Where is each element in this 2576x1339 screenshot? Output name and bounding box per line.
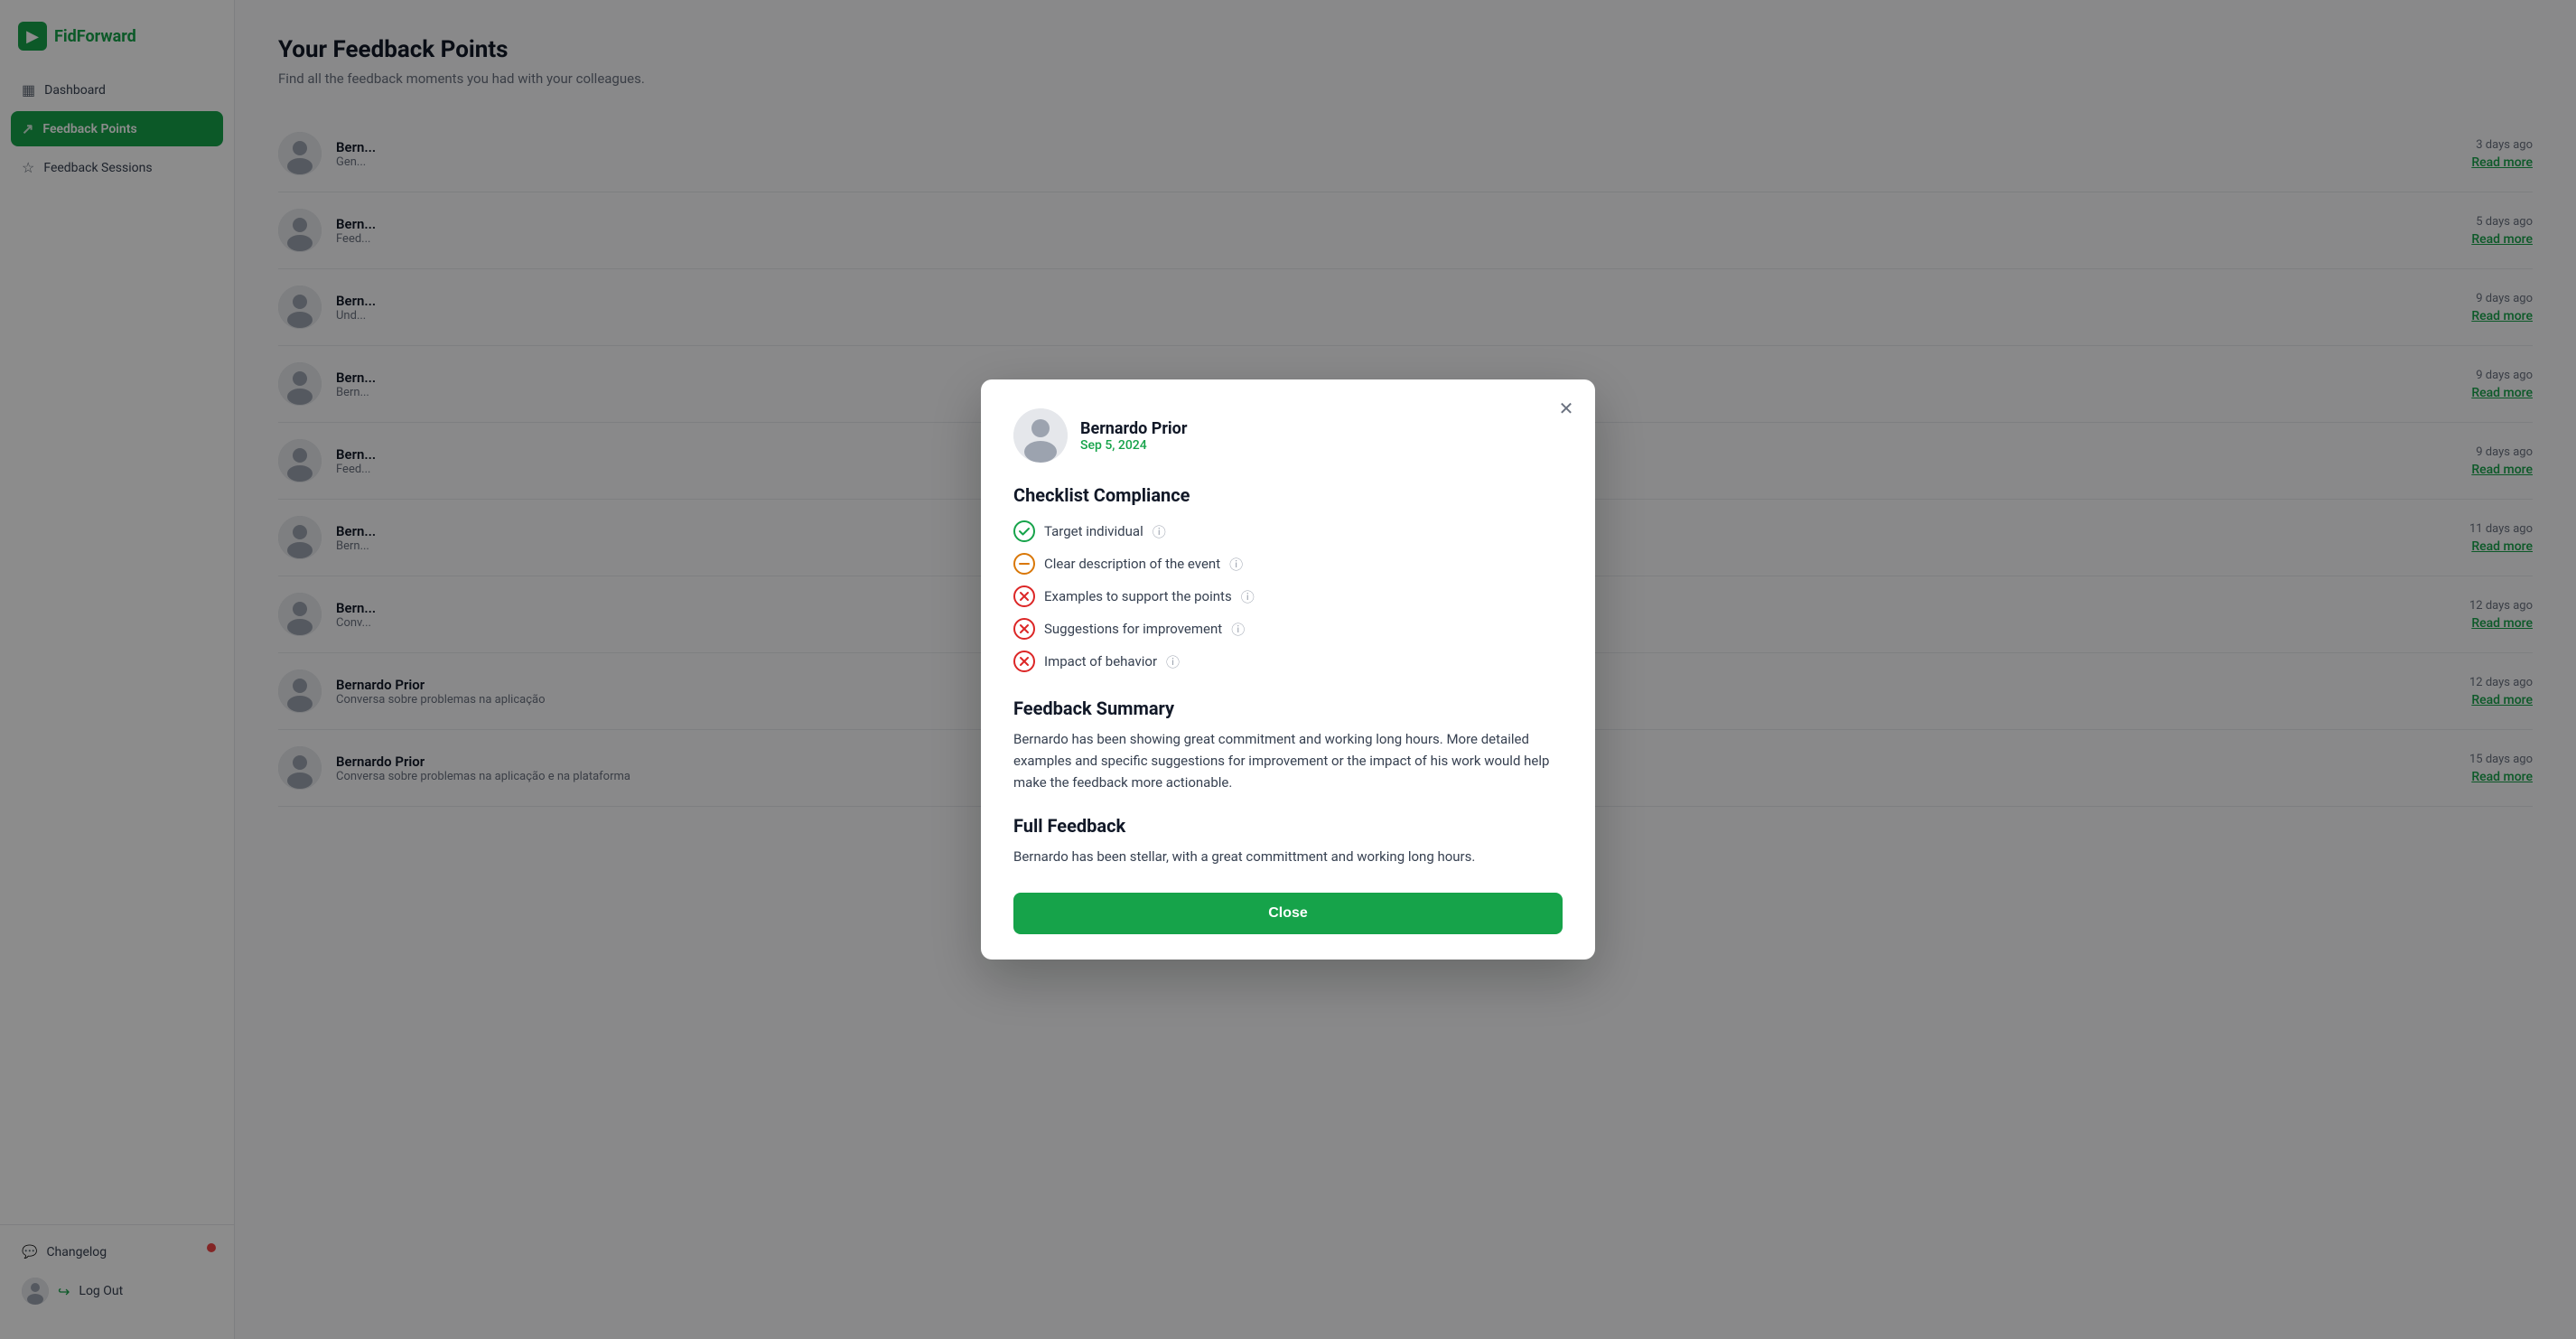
full-feedback-title: Full Feedback [1013, 815, 1563, 837]
feedback-summary-title: Feedback Summary [1013, 698, 1563, 719]
modal-user-info: Bernardo Prior Sep 5, 2024 [1080, 419, 1187, 453]
info-icon[interactable]: ⓘ [1241, 587, 1255, 606]
modal-overlay[interactable]: ✕ Bernardo Prior Sep 5, 2024 Checklist C… [0, 0, 2576, 1339]
checklist-item: Impact of behavior ⓘ [1013, 651, 1563, 672]
close-icon: ✕ [1559, 398, 1574, 420]
checklist-title: Checklist Compliance [1013, 484, 1563, 506]
modal-close-button[interactable]: ✕ [1552, 394, 1581, 423]
checklist-item: Target individual ⓘ [1013, 520, 1563, 542]
checklist-item-label: Clear description of the event [1044, 556, 1220, 572]
checklist-item: Examples to support the points ⓘ [1013, 585, 1563, 607]
checklist-item-label: Suggestions for improvement [1044, 621, 1222, 637]
checklist-status-icon [1013, 618, 1035, 640]
checklist-item: Suggestions for improvement ⓘ [1013, 618, 1563, 640]
checklist-status-icon [1013, 651, 1035, 672]
checklist: Target individual ⓘ Clear description of… [1013, 520, 1563, 672]
checklist-item: Clear description of the event ⓘ [1013, 553, 1563, 575]
info-icon[interactable]: ⓘ [1153, 522, 1166, 541]
checklist-item-label: Impact of behavior [1044, 653, 1157, 670]
info-icon[interactable]: ⓘ [1166, 652, 1180, 671]
checklist-item-label: Target individual [1044, 523, 1143, 539]
modal-user-avatar [1013, 408, 1068, 463]
checklist-status-icon [1013, 585, 1035, 607]
checklist-status-icon [1013, 520, 1035, 542]
modal-user-date: Sep 5, 2024 [1080, 438, 1187, 453]
feedback-modal: ✕ Bernardo Prior Sep 5, 2024 Checklist C… [981, 379, 1595, 960]
full-feedback-text: Bernardo has been stellar, with a great … [1013, 846, 1563, 867]
checklist-item-label: Examples to support the points [1044, 588, 1232, 604]
modal-user-name: Bernardo Prior [1080, 419, 1187, 438]
modal-header: Bernardo Prior Sep 5, 2024 [1013, 408, 1563, 463]
modal-close-button-bottom[interactable]: Close [1013, 893, 1563, 934]
feedback-summary-text: Bernardo has been showing great commitme… [1013, 728, 1563, 793]
info-icon[interactable]: ⓘ [1229, 555, 1243, 574]
info-icon[interactable]: ⓘ [1231, 620, 1245, 639]
checklist-status-icon [1013, 553, 1035, 575]
